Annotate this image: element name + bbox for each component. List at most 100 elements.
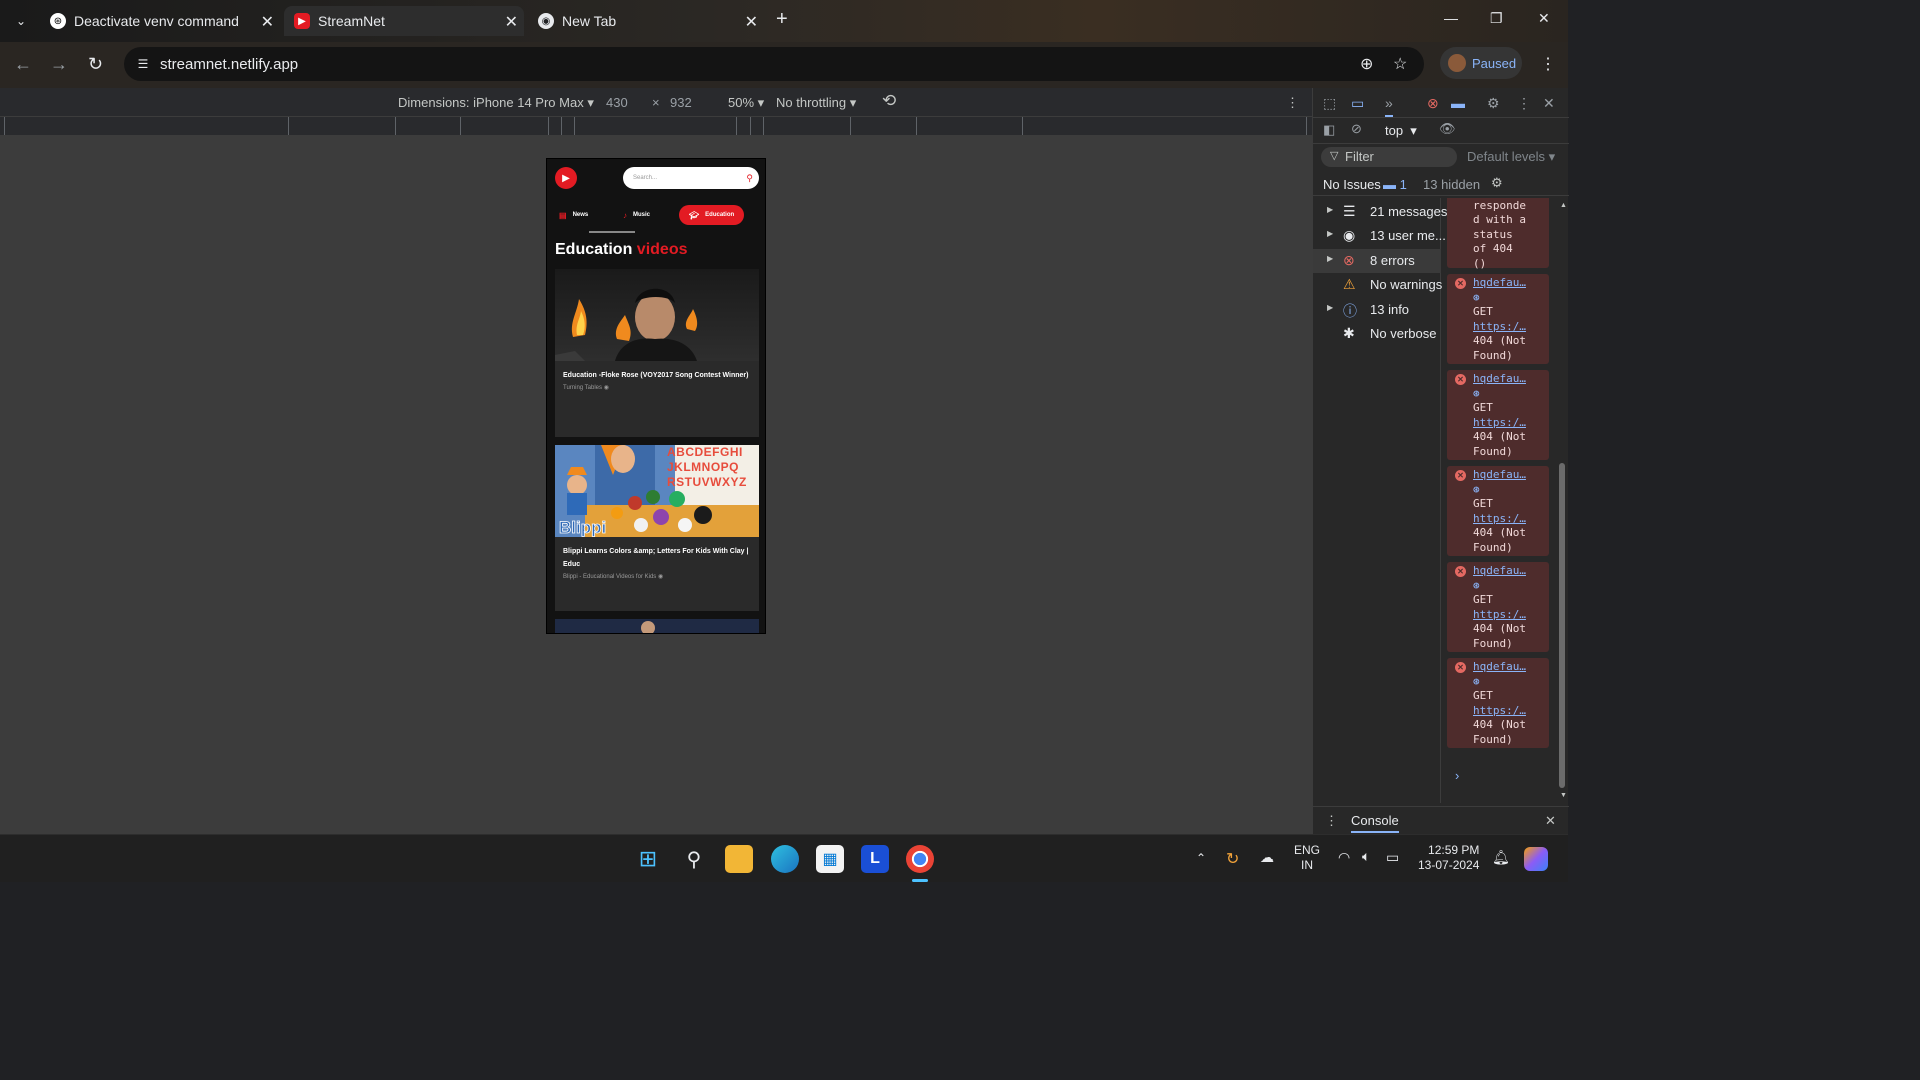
tab-streamnet[interactable]: ▶ StreamNet ✕ (284, 6, 524, 36)
browser-menu-icon[interactable]: ⋮ (1540, 54, 1556, 74)
sidebar-item-user-messages[interactable]: ▶ ◉ 13 user me... (1313, 224, 1446, 248)
expand-arrow-icon[interactable]: ▶ (1327, 205, 1333, 214)
network-icon[interactable]: ⊛ (1473, 675, 1549, 690)
scroll-up-icon[interactable]: ▲ (1560, 202, 1567, 209)
device-select[interactable]: Dimensions: iPhone 14 Pro Max ▾ (398, 95, 594, 111)
console-error-message[interactable]: ✕ hqdefau… ⊛ GET https:/… 404 (Not Found… (1447, 562, 1549, 652)
address-bar[interactable]: ☰ streamnet.netlify.app (124, 47, 1424, 81)
edge-icon[interactable] (771, 845, 799, 873)
video-title[interactable]: Education -Floke Rose (VOY2017 Song Cont… (555, 361, 759, 382)
tab-search-button[interactable]: ⌄ (8, 8, 34, 34)
channel-name[interactable]: Blippi - Educational Videos for Kids ◉ (555, 571, 759, 582)
bookmark-star-icon[interactable]: ☆ (1393, 54, 1407, 74)
video-thumbnail[interactable]: Blippi ABCDEFGHI JKLMNOPQ RSTUVWXYZ (555, 445, 759, 537)
message-count-icon[interactable]: ▬ (1451, 95, 1465, 111)
video-card[interactable] (555, 619, 759, 633)
video-card[interactable]: Education -Floke Rose (VOY2017 Song Cont… (555, 269, 759, 437)
console-error-message[interactable]: ✕ hqdefau… ⊛ GET https:/… 404 (Not Found… (1447, 370, 1549, 460)
copilot-icon[interactable] (1524, 847, 1548, 871)
windows-start-icon[interactable]: ⊞ (634, 845, 662, 873)
minimize-button[interactable]: — (1444, 10, 1458, 26)
filter-input[interactable]: ▽ Filter (1321, 147, 1457, 167)
battery-icon[interactable]: ▭ (1386, 849, 1399, 866)
close-devtools-icon[interactable]: ✕ (1543, 95, 1555, 112)
restore-button[interactable]: ❐ (1490, 10, 1503, 27)
console-settings-icon[interactable]: ⚙ (1491, 175, 1503, 191)
height-input[interactable]: 932 (670, 95, 692, 110)
width-input[interactable]: 430 (606, 95, 628, 110)
search-icon[interactable]: ⚲ (746, 173, 753, 184)
device-toggle-icon[interactable]: ▭ (1351, 95, 1364, 112)
source-link[interactable]: hqdefau… (1473, 276, 1549, 291)
video-title[interactable]: Blippi Learns Colors &amp; Letters For K… (555, 537, 759, 571)
live-expression-eye-icon[interactable]: 👁︎ (1439, 121, 1456, 137)
settings-gear-icon[interactable]: ⚙ (1487, 95, 1500, 112)
url-text[interactable]: streamnet.netlify.app (160, 56, 298, 73)
tab-deactivate-venv[interactable]: ⊛ Deactivate venv command ✕ (40, 6, 280, 36)
device-more-icon[interactable]: ⋮ (1286, 95, 1299, 111)
chip-news[interactable]: ▤ News (559, 205, 588, 225)
source-link[interactable]: hqdefau… (1473, 660, 1549, 675)
tab-console[interactable]: Console (1351, 813, 1399, 833)
source-link[interactable]: hqdefau… (1473, 564, 1549, 579)
chevron-up-icon[interactable]: ⌃ (1196, 851, 1206, 865)
request-url[interactable]: https:/… (1473, 512, 1549, 527)
console-prompt[interactable]: › (1455, 768, 1459, 783)
log-levels-select[interactable]: Default levels ▾ (1467, 149, 1555, 165)
microsoft-store-icon[interactable]: ▦ (816, 845, 844, 873)
video-card[interactable]: Blippi ABCDEFGHI JKLMNOPQ RSTUVWXYZ Blip… (555, 445, 759, 611)
channel-name[interactable]: Turning Tables ◉ (555, 382, 759, 393)
back-button[interactable]: ← (14, 54, 32, 75)
drawer-menu-icon[interactable]: ⋮ (1325, 813, 1338, 829)
sync-icon[interactable]: ↻ (1226, 849, 1239, 869)
sidebar-toggle-icon[interactable]: ◧ (1323, 122, 1335, 138)
network-icon[interactable]: ⊛ (1473, 387, 1549, 402)
language-indicator[interactable]: ENG IN (1294, 843, 1320, 873)
source-link[interactable]: hqdefau… (1473, 468, 1549, 483)
profile-button[interactable]: Paused (1440, 47, 1522, 79)
request-url[interactable]: https:/… (1473, 704, 1549, 719)
request-url[interactable]: https:/… (1473, 416, 1549, 431)
scroll-down-icon[interactable]: ▼ (1560, 792, 1567, 799)
inspect-element-icon[interactable]: ⬚ (1323, 95, 1336, 112)
sidebar-item-verbose[interactable]: ✱ No verbose (1313, 322, 1441, 346)
expand-arrow-icon[interactable]: ▶ (1327, 254, 1333, 263)
context-select[interactable]: top ▾ (1385, 123, 1417, 139)
network-icon[interactable]: ⊛ (1473, 579, 1549, 594)
devtools-menu-icon[interactable]: ⋮ (1517, 95, 1531, 112)
video-thumbnail[interactable] (641, 621, 655, 633)
tab-new-tab[interactable]: ◉ New Tab ✕ (528, 6, 764, 36)
forward-button[interactable]: → (50, 54, 68, 75)
source-link[interactable]: hqdefau… (1473, 372, 1549, 387)
chrome-icon[interactable] (906, 845, 934, 873)
clock[interactable]: 12:59 PM 13-07-2024 (1418, 843, 1479, 873)
scrollbar-thumb[interactable] (1559, 463, 1565, 788)
network-icon[interactable]: ⊛ (1473, 291, 1549, 306)
expand-arrow-icon[interactable]: ▶ (1327, 229, 1333, 238)
clear-console-icon[interactable]: ⊘ (1351, 121, 1362, 137)
new-tab-button[interactable]: + (776, 8, 788, 31)
close-drawer-icon[interactable]: ✕ (1545, 813, 1556, 829)
rotate-icon[interactable]: ⟲ (882, 91, 896, 111)
close-icon[interactable]: ✕ (505, 12, 518, 32)
notification-bell-icon[interactable]: 🔔︎ (1492, 849, 1510, 866)
sidebar-item-info[interactable]: ▶ ⓘ 13 info (1313, 298, 1441, 322)
request-url[interactable]: https:/… (1473, 608, 1549, 623)
volume-icon[interactable]: 🔈︎ (1362, 848, 1370, 865)
sidebar-item-messages[interactable]: ▶ ☰ 21 messages (1313, 200, 1447, 224)
zoom-icon[interactable]: ⊕ (1360, 54, 1373, 74)
network-icon[interactable]: ⊛ (1473, 483, 1549, 498)
close-icon[interactable]: ✕ (745, 12, 758, 32)
sidebar-item-warnings[interactable]: ⚠ No warnings (1313, 273, 1442, 297)
site-info-icon[interactable]: ☰ (134, 55, 152, 73)
streamnet-logo-icon[interactable]: ▶ (555, 167, 577, 189)
onedrive-icon[interactable]: ☁ (1260, 849, 1274, 866)
chip-music[interactable]: ♪ Music (623, 205, 650, 225)
error-count-icon[interactable]: ⊗ (1427, 95, 1439, 112)
close-icon[interactable]: ✕ (261, 12, 274, 32)
close-window-button[interactable]: ✕ (1538, 10, 1550, 27)
wifi-icon[interactable]: ◠ (1338, 849, 1350, 866)
console-error-message[interactable]: ✕ hqdefau… ⊛ GET https:/… 404 (Not Found… (1447, 466, 1549, 556)
expand-arrow-icon[interactable]: ▶ (1327, 303, 1333, 312)
throttling-select[interactable]: No throttling ▾ (776, 95, 856, 111)
